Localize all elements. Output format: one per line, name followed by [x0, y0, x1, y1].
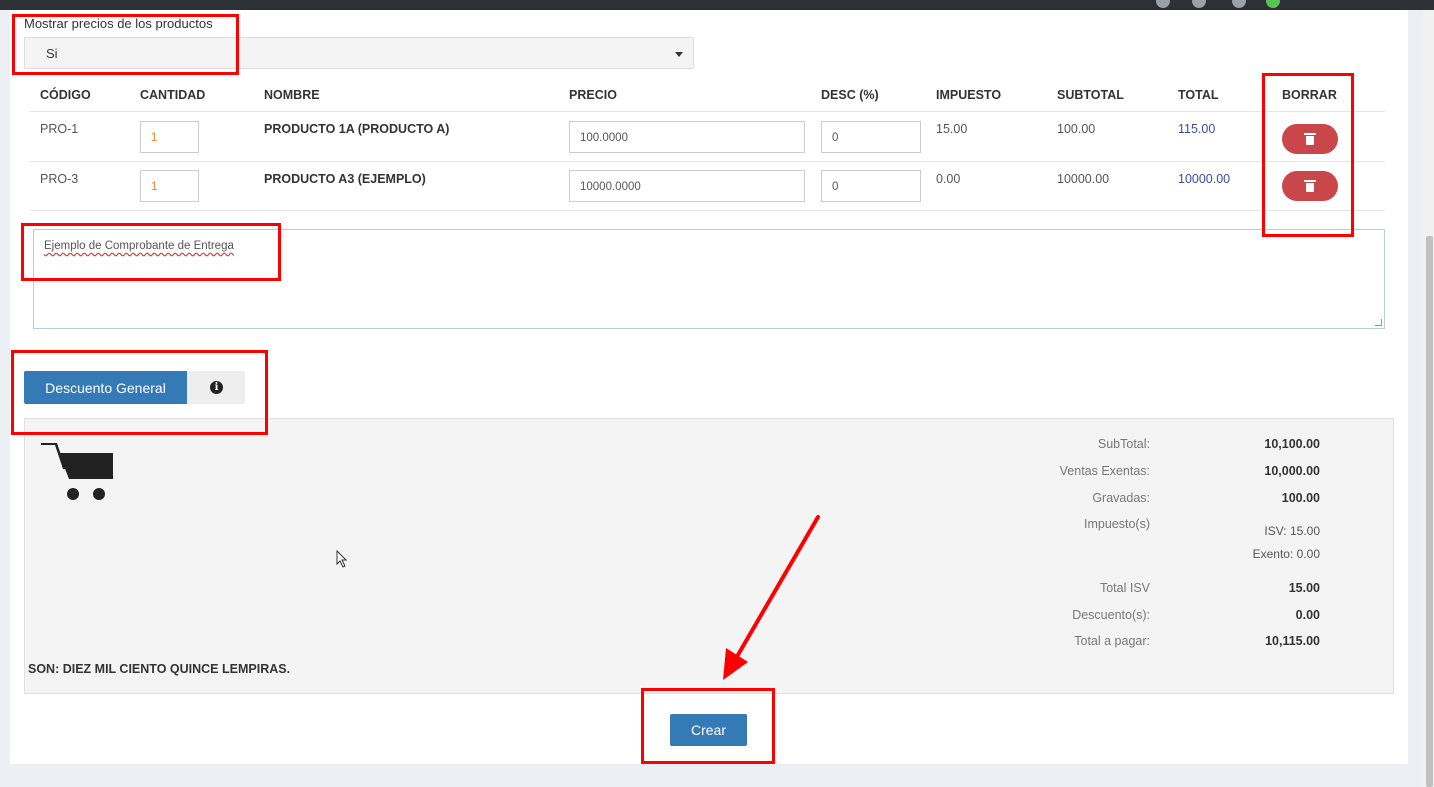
total-to-pay-value: 10,115.00	[1265, 634, 1320, 648]
quantity-value: 1	[151, 181, 158, 193]
column-header-name: NOMBRE	[264, 88, 320, 102]
column-header-subtotal: SUBTOTAL	[1057, 88, 1124, 102]
column-header-total: TOTAL	[1178, 88, 1219, 102]
column-header-price: PRECIO	[569, 88, 617, 102]
annotation-box	[1262, 73, 1354, 237]
row-total: 115.00	[1178, 122, 1216, 136]
taxed-label: Gravadas:	[1092, 491, 1150, 505]
row-total: 10000.00	[1178, 172, 1231, 186]
quantity-input[interactable]: 1	[140, 170, 199, 202]
row-product-name: PRODUCTO A3 (EJEMPLO)	[264, 172, 426, 186]
resize-handle-icon[interactable]	[1375, 319, 1382, 326]
amount-in-words: SON: DIEZ MIL CIENTO QUINCE LEMPIRAS.	[28, 662, 291, 676]
price-input[interactable]: 100.0000	[569, 121, 805, 153]
row-divider	[30, 161, 1385, 162]
quantity-value: 1	[151, 132, 158, 144]
row-product-name: PRODUCTO 1A (PRODUCTO A)	[264, 122, 450, 136]
row-code: PRO-1	[40, 122, 79, 136]
annotation-box	[12, 14, 239, 75]
price-value: 100.0000	[580, 132, 628, 144]
annotation-box	[11, 350, 268, 435]
row-code: PRO-3	[40, 172, 79, 186]
discount-input[interactable]: 0	[821, 170, 921, 202]
column-header-tax: IMPUESTO	[936, 88, 1002, 102]
user-icon[interactable]	[1192, 0, 1206, 8]
mouse-cursor-icon	[336, 550, 348, 568]
discounts-value: 0.00	[1295, 608, 1320, 622]
status-icon[interactable]	[1266, 0, 1280, 8]
price-value: 10000.0000	[580, 181, 641, 193]
total-isv-label: Total ISV	[1099, 581, 1150, 595]
row-divider	[30, 210, 1385, 211]
column-header-code: CÓDIGO	[40, 88, 91, 102]
row-subtotal: 100.00	[1057, 122, 1096, 136]
shopping-cart-icon	[41, 443, 113, 500]
discount-input[interactable]: 0	[821, 121, 921, 153]
subtotal-value: 10,100.00	[1264, 437, 1320, 451]
row-tax: 15.00	[936, 122, 968, 136]
quantity-input[interactable]: 1	[140, 121, 199, 153]
isv-value: ISV: 15.00	[1264, 524, 1320, 538]
discounts-label: Descuento(s):	[1072, 608, 1150, 622]
column-header-discount: DESC (%)	[821, 88, 879, 102]
taxes-label: Impuesto(s)	[1084, 517, 1150, 531]
chevron-down-icon	[675, 52, 683, 57]
annotation-box	[641, 688, 775, 764]
total-to-pay-label: Total a pagar:	[1074, 634, 1150, 648]
tag-icon[interactable]	[1232, 0, 1246, 8]
exempt-sales-label: Ventas Exentas:	[1059, 464, 1150, 478]
annotation-box	[21, 223, 281, 281]
taxed-value: 100.00	[1281, 491, 1320, 505]
row-tax: 0.00	[936, 172, 961, 186]
price-input[interactable]: 10000.0000	[569, 170, 805, 202]
discount-value: 0	[832, 181, 839, 193]
lock-icon[interactable]	[1156, 0, 1170, 8]
exempt-tax-value: Exento: 0.00	[1252, 547, 1320, 561]
row-subtotal: 10000.00	[1057, 172, 1110, 186]
annotation-arrow	[723, 515, 820, 680]
table-header-divider	[30, 111, 1385, 112]
total-isv-value: 15.00	[1288, 581, 1320, 595]
subtotal-label: SubTotal:	[1097, 437, 1150, 451]
exempt-sales-value: 10,000.00	[1264, 464, 1320, 478]
top-navbar	[0, 0, 1434, 10]
column-header-quantity: CANTIDAD	[140, 88, 206, 102]
scrollbar-thumb[interactable]	[1426, 236, 1433, 787]
discount-value: 0	[832, 132, 839, 144]
